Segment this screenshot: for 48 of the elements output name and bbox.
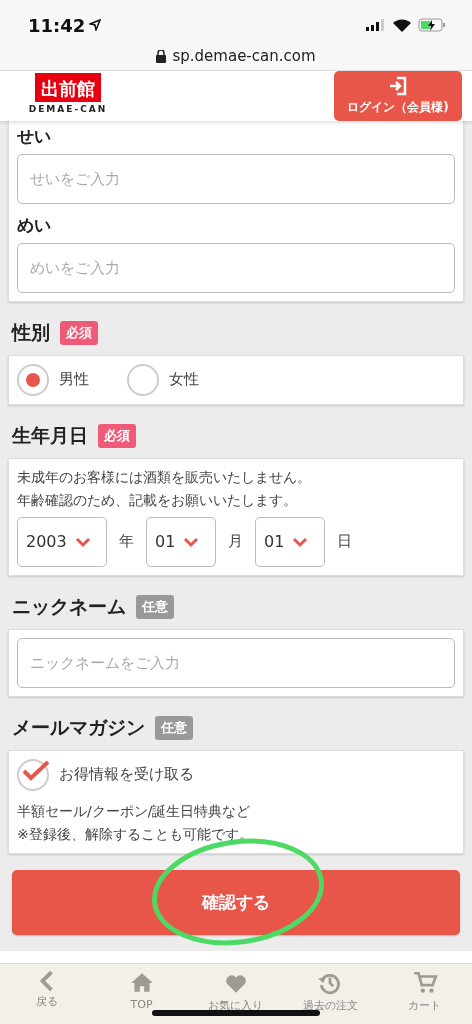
date-select[interactable]: 01 [255, 516, 325, 567]
signal-icon [366, 19, 386, 32]
date-unit: 年 [119, 532, 134, 552]
lock-icon [156, 49, 167, 63]
tab-bar-item[interactable]: カート [377, 964, 472, 1024]
logo-mark: 出前館 [35, 72, 101, 102]
radio-button[interactable] [127, 363, 159, 396]
login-icon [388, 75, 408, 96]
input-field[interactable]: ニックネームをご入力 [17, 637, 455, 688]
option-label: 男性 [59, 370, 89, 390]
location-arrow-icon [89, 19, 102, 32]
tab-bar-item[interactable]: TOP [94, 964, 189, 1024]
back-icon [40, 970, 55, 993]
field-label: せい [17, 124, 52, 148]
date-select[interactable]: 2003 [17, 516, 107, 567]
date-select[interactable]: 01 [146, 516, 216, 567]
option-label: 女性 [169, 370, 199, 390]
battery-charging-icon [418, 18, 446, 33]
chevron-down-icon [292, 535, 309, 548]
confirm-button[interactable]: 確認する [12, 869, 460, 935]
note-text: 年齢確認のため、記載をお願いいたします。 [17, 490, 298, 510]
url-text[interactable]: sp.demae-can.com [172, 47, 316, 66]
status-time: 11:42 [28, 14, 86, 36]
optional-badge: 任意 [136, 594, 174, 619]
required-badge: 必須 [60, 320, 98, 345]
radio-button[interactable] [17, 363, 49, 396]
optional-badge: 任意 [155, 715, 193, 740]
chevron-down-icon [74, 535, 91, 548]
login-button[interactable]: ログイン（会員様) [334, 70, 462, 121]
logo-text: DEMAE-CAN [28, 103, 108, 114]
checkbox-label: お得情報を受け取る [59, 765, 194, 785]
date-unit: 日 [337, 532, 352, 552]
section-title: 性別 [12, 319, 50, 345]
chevron-down-icon [183, 535, 200, 548]
tab-bar-item[interactable]: 戻る [0, 964, 95, 1024]
note-text: 半額セール/クーポン/誕生日特典など [17, 801, 252, 821]
tab-bar-item[interactable]: 過去の注文 [283, 964, 378, 1024]
field-label: めい [17, 213, 52, 237]
input-field[interactable]: せいをご入力 [17, 153, 455, 204]
date-unit: 月 [228, 532, 243, 552]
required-badge: 必須 [98, 423, 136, 448]
section-title: 生年月日 [12, 422, 88, 448]
wifi-icon [393, 18, 411, 32]
input-field[interactable]: めいをご入力 [17, 242, 455, 293]
section-title: ニックネーム [12, 593, 126, 619]
checkbox[interactable] [17, 758, 49, 791]
note-text: 未成年のお客様には酒類を販売いたしません。 [17, 467, 312, 487]
section-title: メールマガジン [12, 714, 145, 740]
